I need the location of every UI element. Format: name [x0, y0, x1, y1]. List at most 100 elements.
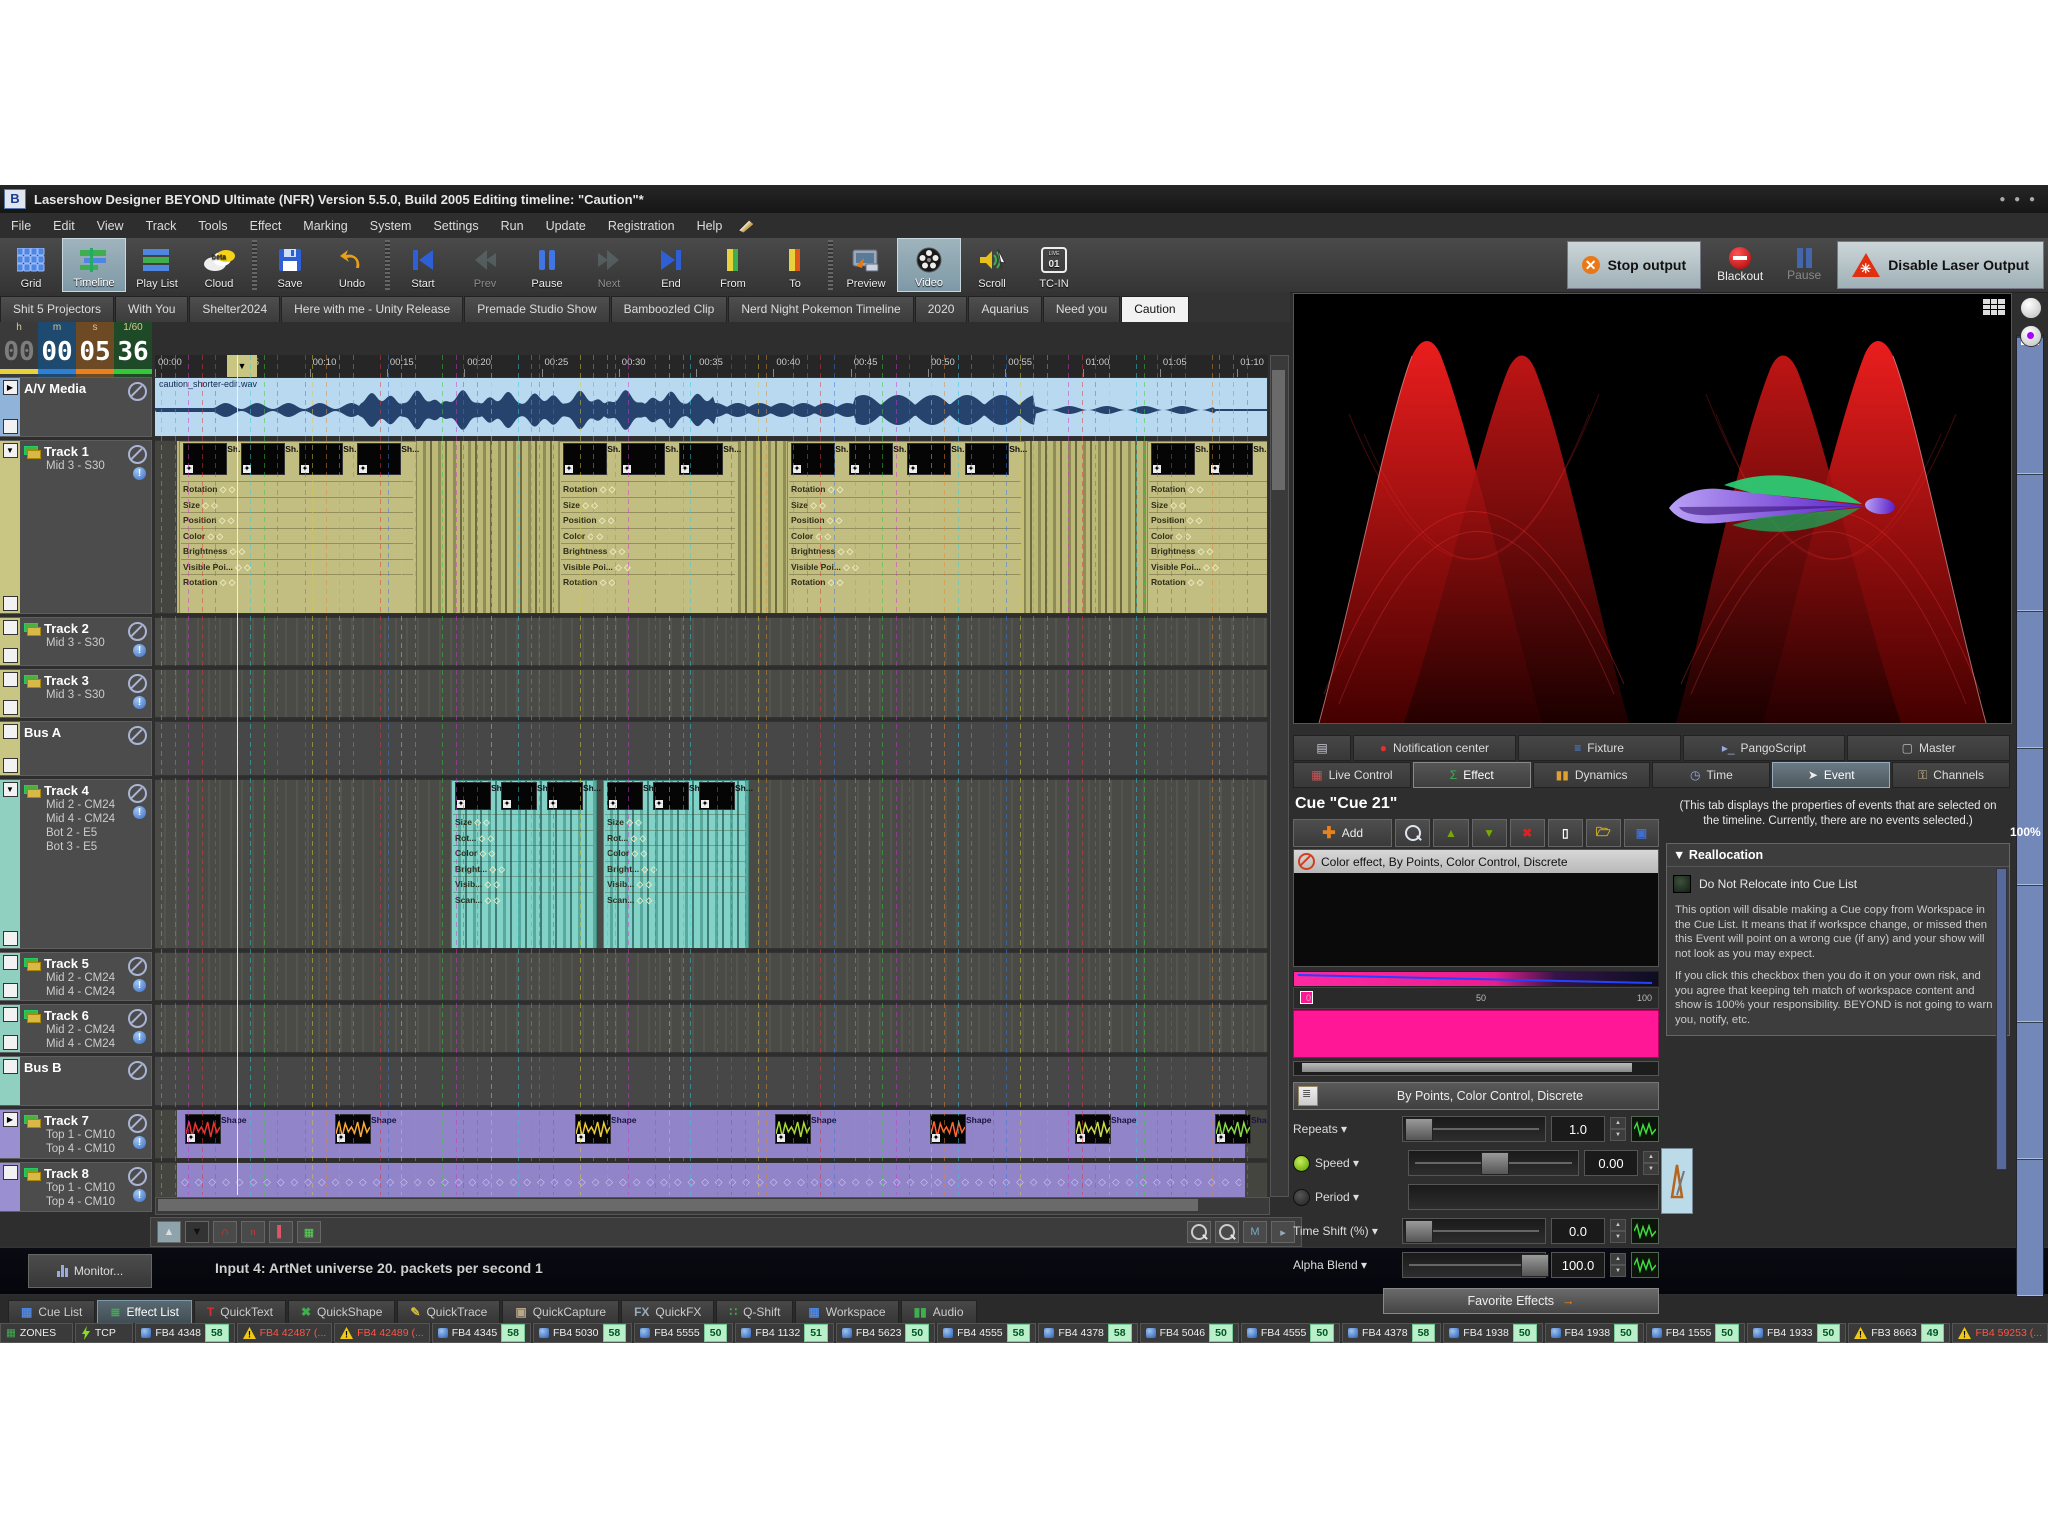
track-mute-checkbox[interactable] [3, 1035, 18, 1050]
end-button[interactable]: End [640, 238, 702, 292]
track-mute-checkbox[interactable] [3, 648, 18, 663]
select-cursor-tool[interactable]: ▲ [157, 1221, 181, 1243]
gradient-position-slider[interactable] [1293, 1061, 1659, 1076]
clip-expand-icon[interactable]: ✦ [185, 465, 193, 473]
tab-notification-center[interactable]: ●Notification center [1353, 735, 1516, 761]
timeline-vertical-scrollbar[interactable] [1270, 355, 1289, 1197]
control-slider[interactable] [1408, 1150, 1579, 1176]
device-status-item[interactable]: FB4 437858 [1342, 1323, 1441, 1343]
menu-item-update[interactable]: Update [535, 213, 597, 238]
timeline-tab-0[interactable]: Shit 5 Projectors [0, 296, 114, 322]
track-lane-7[interactable] [155, 1004, 1268, 1053]
tab-copy[interactable]: ▤ [1293, 735, 1351, 761]
control-slider[interactable] [1402, 1252, 1546, 1278]
clip-thumbnail[interactable]: Sh...✦ [501, 782, 537, 810]
tab-master[interactable]: ▢Master [1847, 735, 2010, 761]
bottom-tab-workspace[interactable]: ▦Workspace [795, 1300, 898, 1323]
clip-expand-icon[interactable]: ✦ [301, 465, 309, 473]
clip-expand-icon[interactable]: ✦ [549, 800, 557, 808]
control-slider[interactable] [1402, 1218, 1546, 1244]
clip-expand-icon[interactable]: ✦ [701, 800, 709, 808]
clip-thumbnail[interactable]: Sh...✦ [1267, 443, 1268, 475]
track-header-track-6[interactable]: Track 6Mid 2 - CM24Mid 4 - CM24! [0, 1004, 152, 1053]
track-lane-4[interactable] [155, 721, 1268, 776]
clip-expand-icon[interactable]: ✦ [1217, 1134, 1225, 1142]
track-lane-3[interactable] [155, 669, 1268, 718]
track-info-icon[interactable]: ! [133, 979, 146, 992]
play-list-button[interactable]: Play List [126, 238, 188, 292]
clip-expand-icon[interactable]: ✦ [623, 465, 631, 473]
device-status-item[interactable]: FB4 193850 [1545, 1323, 1644, 1343]
clip-thumbnail[interactable]: Sh...✦ [1209, 443, 1253, 475]
menu-item-marking[interactable]: Marking [292, 213, 358, 238]
device-status-item[interactable]: FB4 455558 [937, 1323, 1036, 1343]
color-tool[interactable]: ▦ [297, 1221, 321, 1243]
menu-item-settings[interactable]: Settings [422, 213, 489, 238]
clip-expand-icon[interactable]: ✦ [565, 465, 573, 473]
color-swatch-block[interactable] [1293, 1010, 1659, 1058]
clip-expand-icon[interactable]: ✦ [851, 465, 859, 473]
preview-grid-icon[interactable] [1983, 299, 2005, 315]
timeline-tab-3[interactable]: Here with me - Unity Release [281, 296, 463, 322]
track-mute-checkbox[interactable] [3, 983, 18, 998]
track-mute-checkbox[interactable] [3, 419, 18, 434]
clip-thumbnail[interactable]: Sh...✦ [183, 443, 227, 475]
favorite-effects-button[interactable]: Favorite Effects → [1383, 1288, 1659, 1314]
value-spinner[interactable]: ▲▼ [1643, 1151, 1659, 1175]
clip-expand-icon[interactable]: ✦ [337, 1134, 345, 1142]
track-info-icon[interactable]: ! [133, 1031, 146, 1044]
to-button[interactable]: To [764, 238, 826, 292]
clip-thumbnail[interactable]: Sh...✦ [791, 443, 835, 475]
magnet-tool[interactable]: ∩ [213, 1221, 237, 1243]
start-button[interactable]: Start [392, 238, 454, 292]
timeline-button[interactable]: Timeline [62, 238, 126, 292]
tab-fixture[interactable]: ≡Fixture [1518, 735, 1681, 761]
draw-tool[interactable]: ▼ [185, 1221, 209, 1243]
track-lane-0[interactable]: caution_shorter-edit.wav [155, 377, 1268, 437]
track-disable-icon[interactable] [128, 1061, 147, 1080]
tab-effect[interactable]: ΣEffect [1413, 762, 1531, 788]
bottom-tab-cue-list[interactable]: ▦Cue List [8, 1300, 95, 1323]
track-expand-toggle[interactable]: ▶ [3, 380, 18, 395]
clip-expand-icon[interactable]: ✦ [1077, 1134, 1085, 1142]
track-header-bus-a[interactable]: Bus A [0, 721, 152, 776]
delete-effect-icon[interactable]: ✖ [1510, 819, 1545, 847]
device-status-item[interactable]: FB4 434858 [135, 1323, 234, 1343]
clip-thumbnail[interactable]: Sh...✦ [563, 443, 607, 475]
device-status-item[interactable]: FB4 503058 [533, 1323, 632, 1343]
scroll-right-icon[interactable]: ▸ [1271, 1221, 1295, 1243]
tc-in-button[interactable]: LIVE01TC-IN [1023, 238, 1085, 292]
clip-thumbnail[interactable]: Sh...✦ [455, 782, 491, 810]
device-status-item[interactable]: !FB4 59253 (... [1952, 1323, 2048, 1343]
period-radio[interactable] [1293, 1189, 1310, 1206]
device-status-item[interactable]: FB4 193850 [1443, 1323, 1542, 1343]
track-disable-icon[interactable] [128, 1114, 147, 1133]
clip-expand-icon[interactable]: ✦ [967, 465, 975, 473]
marker-tool[interactable]: ▌ [269, 1221, 293, 1243]
device-status-item[interactable]: FB4 455550 [1241, 1323, 1340, 1343]
bottom-tab-quickfx[interactable]: FXQuickFX [621, 1300, 714, 1323]
track-disable-icon[interactable] [128, 622, 147, 641]
pause-output-button[interactable]: Pause [1777, 241, 1831, 289]
track-info-icon[interactable]: ! [133, 644, 146, 657]
reallocation-scrollbar[interactable] [1996, 868, 2007, 1170]
zoom-in-icon[interactable] [1187, 1221, 1211, 1243]
track-header-track-3[interactable]: Track 3Mid 3 - S30! [0, 669, 152, 718]
control-value[interactable]: 0.00 [1584, 1150, 1638, 1176]
clip-expand-icon[interactable]: ✦ [503, 800, 511, 808]
track-header-track-5[interactable]: Track 5Mid 2 - CM24Mid 4 - CM24! [0, 952, 152, 1001]
disable-laser-button[interactable]: ✳ Disable Laser Output [1837, 241, 2044, 289]
clip-thumbnail[interactable]: Shape✦ [1075, 1114, 1111, 1144]
track-mute-checkbox[interactable] [3, 700, 18, 715]
clip-expand-icon[interactable]: ✦ [1211, 465, 1219, 473]
device-status-item[interactable]: FB4 504650 [1140, 1323, 1239, 1343]
menu-item-registration[interactable]: Registration [597, 213, 686, 238]
track-lane-1[interactable]: Sh...✦Sh...✦Sh...✦Sh...✦Rotation ◇ ◇Size… [155, 440, 1268, 614]
waveform-modulation-icon[interactable] [1631, 1116, 1659, 1142]
clip-thumbnail[interactable]: Sh...✦ [907, 443, 951, 475]
video-button[interactable]: Video [897, 238, 961, 292]
waveform-modulation-icon[interactable] [1631, 1218, 1659, 1244]
track-disable-icon[interactable] [128, 674, 147, 693]
track-disable-icon[interactable] [128, 1167, 147, 1186]
device-status-item[interactable]: FB4 434558 [432, 1323, 531, 1343]
